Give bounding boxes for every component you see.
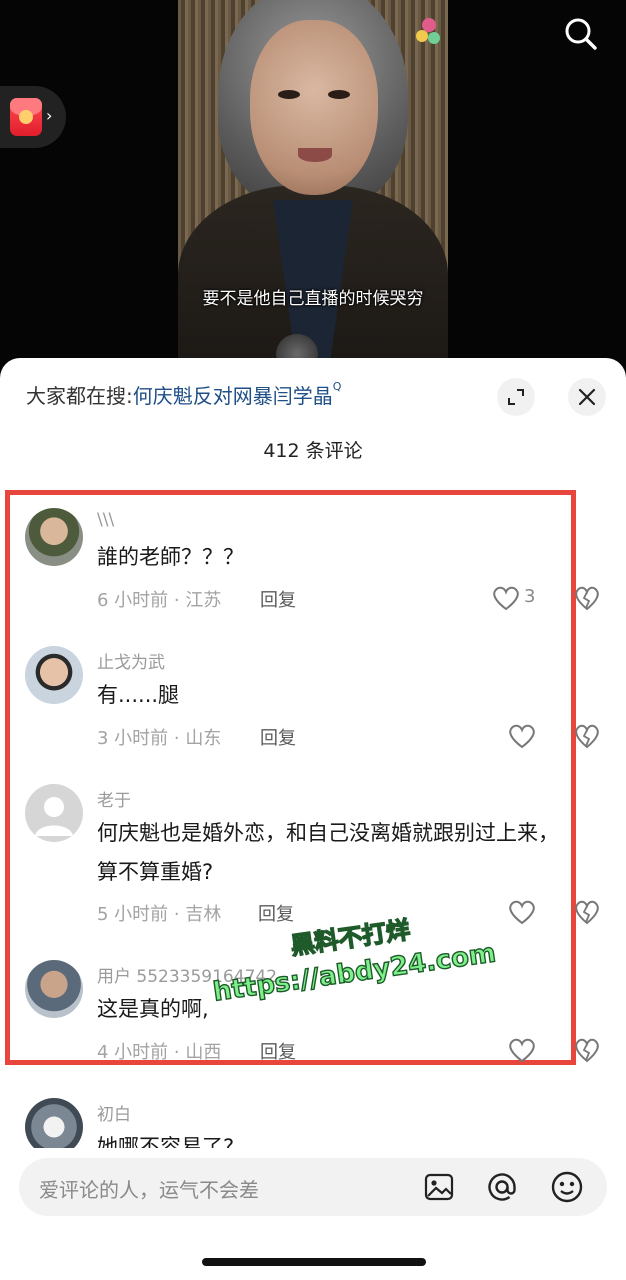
video-frame: 要不是他自己直播的时候哭穷 [178, 0, 448, 370]
reply-button[interactable]: 回复 [260, 586, 296, 612]
heart-icon[interactable] [507, 1036, 537, 1064]
search-small-icon: Q [332, 380, 342, 393]
avatar[interactable] [25, 1098, 83, 1148]
comment-time-location: 3 小时前 · 山东 [97, 728, 222, 749]
dislike-heart-icon[interactable] [574, 722, 600, 750]
red-packet-button[interactable]: › [0, 86, 66, 148]
hot-search-link[interactable]: 何庆魁反对网暴闫学晶 [133, 384, 333, 408]
chevron-right-icon: › [46, 106, 53, 125]
video-eye-right [328, 90, 350, 99]
video-subtitle: 要不是他自己直播的时候哭穷 [202, 289, 424, 309]
reply-button[interactable]: 回复 [258, 900, 294, 926]
close-button[interactable] [568, 378, 606, 416]
video-mouth [298, 148, 332, 162]
heart-icon[interactable] [507, 722, 537, 750]
comment-count: 412 条评论 [263, 440, 363, 462]
comment-input[interactable]: 爱评论的人，运气不会差 [19, 1158, 607, 1216]
search-icon [565, 18, 597, 50]
avatar[interactable] [25, 960, 83, 1018]
default-avatar-icon [35, 797, 73, 836]
avatar[interactable] [25, 784, 83, 842]
avatar[interactable] [25, 508, 83, 566]
comment-item: 初白 她哪不容易了? [0, 1098, 626, 1148]
reply-button[interactable]: 回复 [260, 1038, 296, 1064]
comment-text: 她哪不容易了? [97, 1135, 235, 1148]
comment-input-placeholder: 爱评论的人，运气不会差 [39, 1178, 259, 1202]
expand-icon [508, 389, 524, 405]
emoji-icon[interactable] [550, 1170, 584, 1204]
dislike-heart-icon[interactable] [574, 898, 600, 926]
close-icon [578, 388, 596, 406]
at-icon[interactable] [485, 1170, 519, 1204]
comment-text: 这是真的啊, [97, 997, 209, 1021]
comment-sheet: 大家都在搜:何庆魁反对网暴闫学晶Q 412 条评论 \\\ 誰的老師？？？ 6 … [0, 358, 626, 1280]
video-eye-left [278, 90, 300, 99]
comment-text: 誰的老師？？？ [97, 545, 244, 569]
like-count: 3 [524, 586, 536, 607]
comment-username[interactable]: \\\ [97, 510, 114, 530]
reply-button[interactable]: 回复 [260, 724, 296, 750]
comment-username[interactable]: 止戈为武 [97, 648, 165, 673]
heart-icon[interactable] [507, 898, 537, 926]
flower-sticker-icon [416, 18, 442, 48]
comment-username[interactable]: 老于 [97, 786, 131, 811]
image-icon[interactable] [422, 1170, 456, 1204]
heart-icon[interactable] [491, 584, 521, 612]
dislike-heart-icon[interactable] [574, 584, 600, 612]
avatar[interactable] [25, 646, 83, 704]
comment-text: 有......腿 [97, 683, 180, 707]
red-packet-icon [10, 98, 42, 136]
comment-time-location: 6 小时前 · 江苏 [97, 590, 222, 611]
dislike-heart-icon[interactable] [574, 1036, 600, 1064]
comment-time-location: 5 小时前 · 吉林 [97, 904, 222, 925]
search-button[interactable] [561, 14, 601, 54]
red-packet-coin [19, 110, 33, 124]
comment-username[interactable]: 初白 [97, 1100, 131, 1125]
expand-button[interactable] [497, 378, 535, 416]
comment-text: 何庆魁也是婚外恋，和自己没离婚就跟别过上来，算不算重婚? [97, 821, 559, 884]
video-player[interactable]: 要不是他自己直播的时候哭穷 › [0, 0, 626, 380]
home-indicator[interactable] [202, 1258, 426, 1266]
hot-search-bar[interactable]: 大家都在搜:何庆魁反对网暴闫学晶Q [26, 380, 341, 409]
video-person-face [250, 20, 378, 195]
comment-time-location: 4 小时前 · 山西 [97, 1042, 222, 1063]
hot-search-prefix: 大家都在搜: [26, 384, 133, 408]
